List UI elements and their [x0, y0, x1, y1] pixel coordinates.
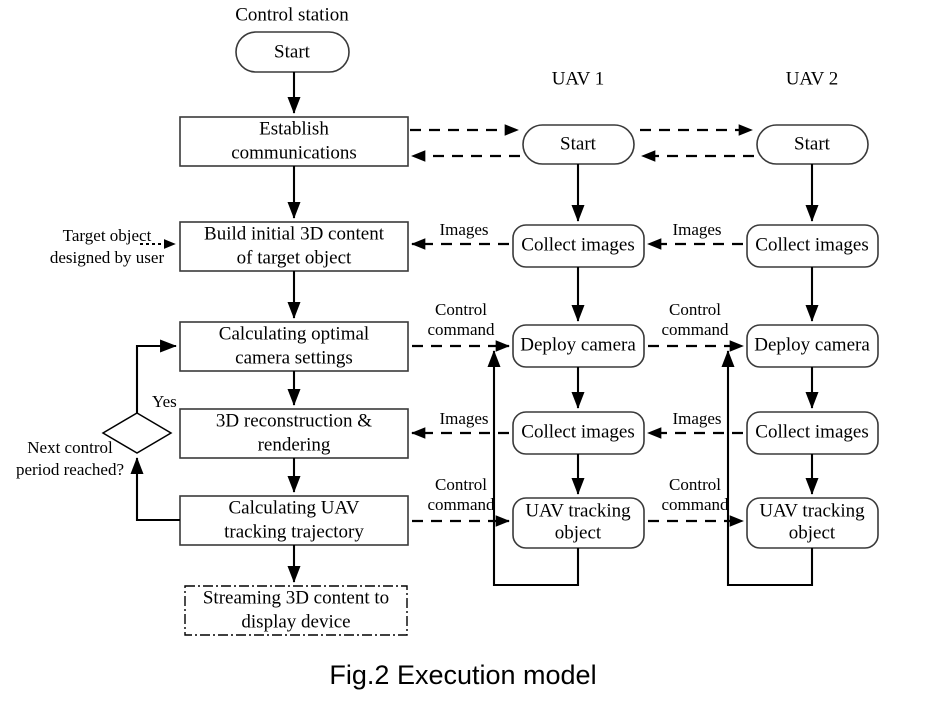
- edge-label-control-cmd-u1-u2-deploy-line1: Control: [669, 300, 721, 319]
- node-u2-track-label-line2: object: [789, 522, 836, 543]
- decision-question-line2: period reached?: [16, 460, 124, 479]
- edge-label-images-cs-u1-2: Images: [439, 409, 488, 428]
- node-cs-build-label-line1: Build initial 3D content: [204, 223, 385, 244]
- decision-branch-label-yes: Yes: [152, 392, 177, 411]
- edge-label-control-cmd-cs-u1-deploy-line2: command: [427, 320, 495, 339]
- node-cs-reconstruct-label-line2: rendering: [258, 434, 331, 455]
- node-cs-streaming-label-line2: display device: [241, 611, 350, 632]
- node-u1-collect-2-label: Collect images: [521, 421, 634, 442]
- node-u2-collect-2-label: Collect images: [755, 421, 868, 442]
- node-u2-track-label-line1: UAV tracking: [759, 500, 865, 521]
- column-header-control-station: Control station: [235, 4, 349, 25]
- node-u2-deploy-label: Deploy camera: [754, 334, 870, 355]
- edge-label-images-u1-u2-2: Images: [672, 409, 721, 428]
- column-header-uav-1: UAV 1: [552, 68, 605, 89]
- edge-label-control-cmd-u1-u2-deploy-line2: command: [661, 320, 729, 339]
- node-cs-calc-traj-label-line1: Calculating UAV: [228, 497, 359, 518]
- node-cs-calc-camera-label-line2: camera settings: [235, 347, 353, 368]
- figure-canvas: Control station UAV 1 UAV 2 Start Establ…: [0, 0, 926, 718]
- node-u1-start-label: Start: [560, 133, 597, 154]
- edge-label-control-cmd-cs-u1-track-line2: command: [427, 495, 495, 514]
- node-cs-calc-traj-label-line2: tracking trajectory: [224, 521, 364, 542]
- node-cs-calc-camera-label-line1: Calculating optimal: [219, 323, 369, 344]
- execution-model-diagram: Control station UAV 1 UAV 2 Start Establ…: [16, 4, 879, 636]
- edge-cs-calc-traj-to-decision: [130, 457, 180, 522]
- edge-label-images-cs-u1: Images: [439, 220, 488, 239]
- edge-u2-track-feedback-to-deploy: [721, 350, 814, 587]
- node-u1-track-label-line2: object: [555, 522, 602, 543]
- edge-label-images-u1-u2: Images: [672, 220, 721, 239]
- node-u2-start-label: Start: [794, 133, 831, 154]
- target-object-input-line1: Target object: [63, 226, 152, 245]
- edge-label-control-cmd-cs-u1-track-line1: Control: [435, 475, 487, 494]
- node-cs-establish-label-line2: communications: [231, 142, 357, 163]
- edge-u1-track-feedback-to-deploy: [487, 350, 580, 587]
- edge-label-control-cmd-u1-u2-track-line1: Control: [669, 475, 721, 494]
- target-object-input-line2: designed by user: [50, 248, 165, 267]
- edge-label-control-cmd-cs-u1-deploy-line1: Control: [435, 300, 487, 319]
- node-cs-reconstruct-label-line1: 3D reconstruction &: [216, 410, 372, 431]
- decision-question-line1: Next control: [27, 438, 113, 457]
- edge-label-control-cmd-u1-u2-track-line2: command: [661, 495, 729, 514]
- node-u2-collect-1-label: Collect images: [755, 234, 868, 255]
- column-header-uav-2: UAV 2: [786, 68, 839, 89]
- node-cs-streaming-label-line1: Streaming 3D content to: [203, 587, 389, 608]
- node-cs-start-label: Start: [274, 41, 311, 62]
- node-u1-track-label-line1: UAV tracking: [525, 500, 631, 521]
- node-cs-build-label-line2: of target object: [237, 247, 352, 268]
- node-cs-establish-label-line1: Establish: [259, 118, 329, 139]
- figure-caption: Fig.2 Execution model: [329, 660, 597, 690]
- node-cs-decision[interactable]: [101, 412, 173, 454]
- node-u1-deploy-label: Deploy camera: [520, 334, 636, 355]
- node-u1-collect-1-label: Collect images: [521, 234, 634, 255]
